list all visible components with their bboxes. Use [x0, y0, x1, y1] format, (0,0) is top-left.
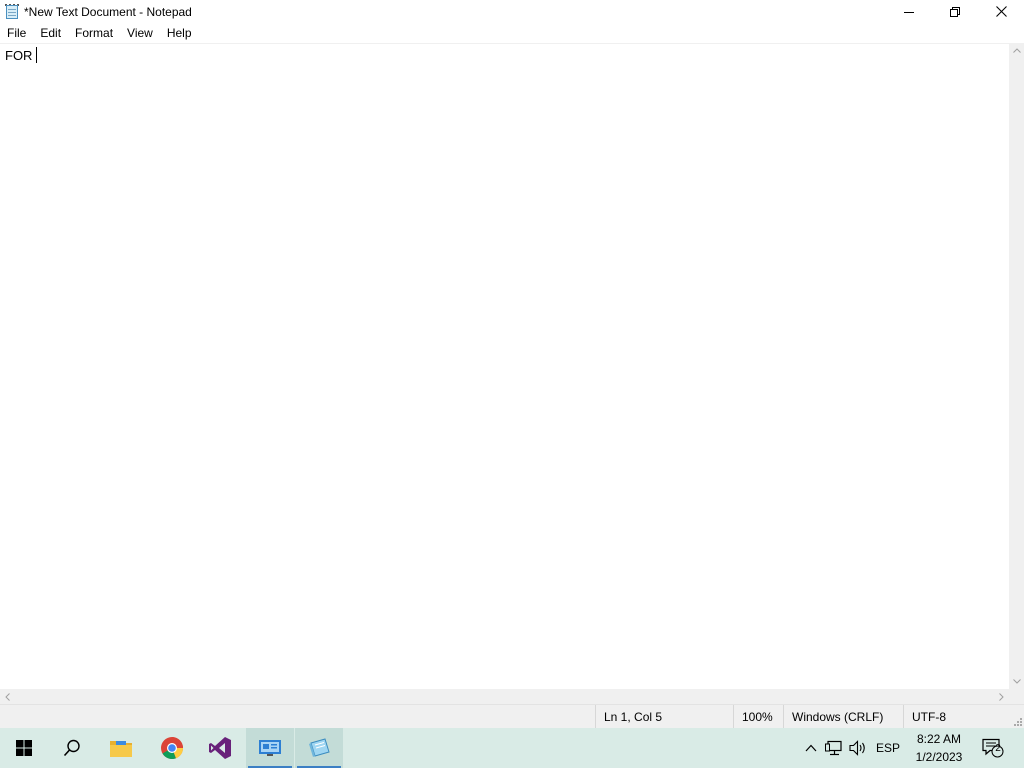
chrome-button[interactable]	[148, 728, 196, 768]
start-icon	[16, 740, 32, 756]
window-title: *New Text Document - Notepad	[24, 4, 192, 19]
clock[interactable]: 8:22 AM 1/2/2023	[910, 730, 968, 766]
chrome-icon	[161, 737, 184, 760]
visual-studio-button[interactable]	[196, 728, 244, 768]
scrollbar-corner	[1009, 689, 1024, 704]
scroll-right-icon[interactable]	[994, 689, 1009, 704]
volume-icon	[849, 740, 865, 756]
minimize-button[interactable]	[886, 0, 932, 23]
horizontal-scrollbar[interactable]	[0, 689, 1009, 704]
close-button[interactable]	[978, 0, 1024, 23]
visual-studio-icon	[209, 737, 231, 759]
resize-grip-icon[interactable]	[1013, 717, 1023, 727]
start-button[interactable]	[0, 728, 48, 768]
notepad-icon	[309, 738, 330, 757]
status-encoding: UTF-8	[903, 705, 1011, 729]
network-icon	[825, 740, 842, 756]
menu-help[interactable]: Help	[160, 23, 199, 43]
volume-button[interactable]	[846, 728, 870, 768]
notepad-taskbar-button[interactable]	[295, 728, 343, 768]
minimize-icon	[904, 11, 914, 13]
chevron-up-icon	[805, 744, 817, 752]
language-indicator[interactable]: ESP	[872, 728, 904, 768]
text-editor[interactable]: FOR	[0, 43, 1009, 689]
status-zoom: 100%	[733, 705, 783, 729]
remote-desktop-icon	[259, 740, 281, 756]
scroll-down-icon[interactable]	[1009, 674, 1024, 689]
title-bar[interactable]: *New Text Document - Notepad	[0, 0, 1024, 23]
vertical-scrollbar[interactable]	[1009, 43, 1024, 689]
scroll-up-icon[interactable]	[1009, 43, 1024, 58]
remote-desktop-button[interactable]	[246, 728, 294, 768]
menu-view[interactable]: View	[120, 23, 160, 43]
restore-icon	[950, 6, 960, 17]
show-hidden-icons-button[interactable]	[800, 728, 822, 768]
file-explorer-button[interactable]	[97, 728, 145, 768]
clock-date: 1/2/2023	[915, 750, 963, 764]
restore-button[interactable]	[932, 0, 978, 23]
notification-count: 2	[995, 743, 1001, 754]
window-controls	[886, 0, 1024, 23]
taskbar: ESP 8:22 AM 1/2/2023 2	[0, 728, 1024, 768]
text-caret	[36, 47, 38, 63]
menu-bar: File Edit Format View Help	[0, 23, 1024, 43]
action-center-button[interactable]: 2	[978, 728, 1008, 768]
scroll-left-icon[interactable]	[0, 689, 15, 704]
search-icon	[63, 739, 80, 757]
status-position: Ln 1, Col 5	[595, 705, 733, 729]
status-line-ending: Windows (CRLF)	[783, 705, 903, 729]
language-label: ESP	[875, 741, 900, 755]
network-button[interactable]	[823, 728, 845, 768]
notepad-icon[interactable]	[4, 3, 20, 20]
status-bar: Ln 1, Col 5 100% Windows (CRLF) UTF-8	[0, 704, 1024, 729]
close-icon	[995, 6, 1007, 17]
menu-edit[interactable]: Edit	[33, 23, 68, 43]
menu-format[interactable]: Format	[68, 23, 120, 43]
clock-time: 8:22 AM	[916, 732, 962, 746]
file-explorer-icon	[110, 741, 132, 757]
search-button[interactable]	[48, 728, 96, 768]
editor-content: FOR	[5, 48, 37, 63]
menu-file[interactable]: File	[0, 23, 33, 43]
